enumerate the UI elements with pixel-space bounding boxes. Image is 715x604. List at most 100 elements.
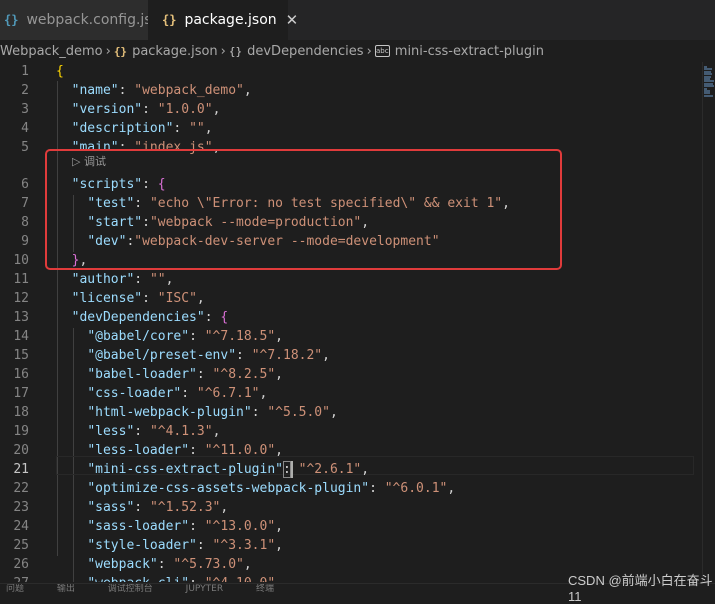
code-line[interactable]: 11 "author": "", [0, 270, 700, 289]
code-token: , [243, 557, 252, 572]
code-editor[interactable]: ▷ 调试 1{2 "name": "webpack_demo", 3 "versi… [0, 62, 700, 582]
code-token: "^1.52.3" [149, 500, 221, 515]
code-text: "version": "1.0.0", [56, 100, 221, 119]
code-token: : [189, 576, 205, 582]
code-token: "less" [87, 424, 135, 439]
code-token: , [361, 462, 370, 477]
minimap[interactable] [703, 62, 715, 582]
code-token: { [220, 310, 229, 325]
code-text: { [56, 62, 64, 81]
code-line[interactable]: 15 "@babel/preset-env": "^7.18.2", [0, 346, 700, 365]
code-line[interactable]: 14 "@babel/core": "^7.18.5", [0, 327, 700, 346]
code-text: "description": "", [56, 119, 213, 138]
panel-tab-terminal[interactable]: 终端 [256, 584, 274, 594]
line-number: 5 [21, 140, 29, 155]
breadcrumb-label: package.json [132, 43, 218, 59]
line-number: 21 [13, 462, 29, 477]
code-token: "description" [71, 121, 174, 136]
code-line[interactable]: 24 "sass-loader": "^13.0.0", [0, 517, 700, 536]
tab-package-json[interactable]: {} package.json ✕ [148, 0, 298, 40]
code-text: "devDependencies": { [56, 308, 229, 327]
line-number: 16 [13, 367, 29, 382]
code-token: , [275, 329, 283, 344]
code-line[interactable]: 16 "babel-loader": "^8.2.5", [0, 365, 700, 384]
code-text: "less": "^4.1.3", [56, 422, 220, 441]
line-number: 22 [13, 481, 29, 496]
breadcrumb-object[interactable]: {} devDependencies [229, 44, 364, 59]
code-token: "^8.2.5" [212, 367, 276, 382]
code-text: "optimize-css-assets-webpack-plugin": "^… [56, 479, 455, 498]
code-line[interactable]: 17 "css-loader": "^6.7.1", [0, 384, 700, 403]
code-token: "^4.1.3" [149, 424, 213, 439]
line-number: 10 [13, 253, 29, 268]
code-token: "^6.0.1" [384, 481, 448, 496]
code-token: "ISC" [157, 291, 197, 306]
code-line[interactable]: 4 "description": "", [0, 119, 700, 138]
annotation-highlight-box [45, 149, 562, 270]
breadcrumb-file[interactable]: {} package.json [114, 44, 218, 59]
code-token: "^13.0.0" [204, 519, 276, 534]
code-text: "@babel/preset-env": "^7.18.2", [56, 346, 330, 365]
breadcrumb: Webpack_demo › {} package.json › {} devDep… [0, 40, 715, 62]
code-token: , [212, 102, 221, 117]
code-line[interactable]: 12 "license": "ISC", [0, 289, 700, 308]
code-token: : [173, 121, 190, 136]
code-token: "sass" [87, 500, 135, 515]
code-token: "" [149, 272, 166, 287]
code-line[interactable]: 19 "less": "^4.1.3", [0, 422, 700, 441]
close-icon[interactable]: ✕ [286, 11, 299, 29]
code-line[interactable]: 21 "mini-css-extract-plugin": "^2.6.1", [0, 460, 700, 479]
tab-label: package.json [184, 12, 277, 28]
panel-tab-output[interactable]: 输出 [57, 584, 75, 594]
code-text: "sass-loader": "^13.0.0", [56, 517, 283, 536]
code-token: "webpack-cli" [87, 576, 189, 582]
code-token: : [204, 310, 221, 325]
code-line[interactable]: 2 "name": "webpack_demo", [0, 81, 700, 100]
breadcrumb-folder[interactable]: Webpack_demo [0, 44, 103, 59]
code-token: , [196, 291, 205, 306]
tab-webpack-config[interactable]: {} webpack.config.js [0, 0, 152, 40]
panel-tab-jupyter[interactable]: JUPYTER [186, 584, 223, 594]
code-line[interactable]: 25 "style-loader": "^3.3.1", [0, 536, 700, 555]
code-token: : [189, 329, 205, 344]
line-number: 17 [13, 386, 29, 401]
code-line[interactable]: 23 "sass": "^1.52.3", [0, 498, 700, 517]
panel-tab-problems[interactable]: 问题 [6, 584, 24, 594]
code-line[interactable]: 3 "version": "1.0.0", [0, 100, 700, 119]
code-token: "html-webpack-plugin" [87, 405, 252, 420]
code-token: , [204, 121, 213, 136]
line-number: 7 [21, 196, 29, 211]
code-token: "less-loader" [87, 443, 190, 458]
code-text: "webpack": "^5.73.0", [56, 555, 252, 574]
code-token: "devDependencies" [71, 310, 205, 325]
code-line[interactable]: 18 "html-webpack-plugin": "^5.5.0", [0, 403, 700, 422]
line-number: 3 [21, 102, 29, 117]
code-token: , [243, 83, 252, 98]
js-file-icon: {} [4, 13, 19, 27]
tab-bar: {} webpack.config.js {} package.json ✕ [0, 0, 715, 40]
code-token: "author" [71, 272, 135, 287]
line-number: 19 [13, 424, 29, 439]
code-line[interactable]: 13 "devDependencies": { [0, 308, 700, 327]
code-text: "style-loader": "^3.3.1", [56, 536, 283, 555]
code-line[interactable]: 20 "less-loader": "^11.0.0", [0, 441, 700, 460]
panel-tab-debug-console[interactable]: 调试控制台 [108, 584, 153, 594]
code-token: "style-loader" [87, 538, 197, 553]
code-token: "mini-css-extract-plugin" [87, 462, 283, 477]
line-number: 1 [21, 64, 29, 79]
code-token: "" [189, 121, 205, 136]
selection-highlight [283, 461, 292, 478]
line-number: 18 [13, 405, 29, 420]
code-line[interactable]: 22 "optimize-css-assets-webpack-plugin":… [0, 479, 700, 498]
code-token: : [236, 348, 252, 363]
breadcrumb-property[interactable]: abc mini-css-extract-plugin [374, 44, 544, 59]
code-text: "license": "ISC", [56, 289, 205, 308]
code-token: , [275, 519, 283, 534]
code-line[interactable]: 1{ [0, 62, 700, 81]
